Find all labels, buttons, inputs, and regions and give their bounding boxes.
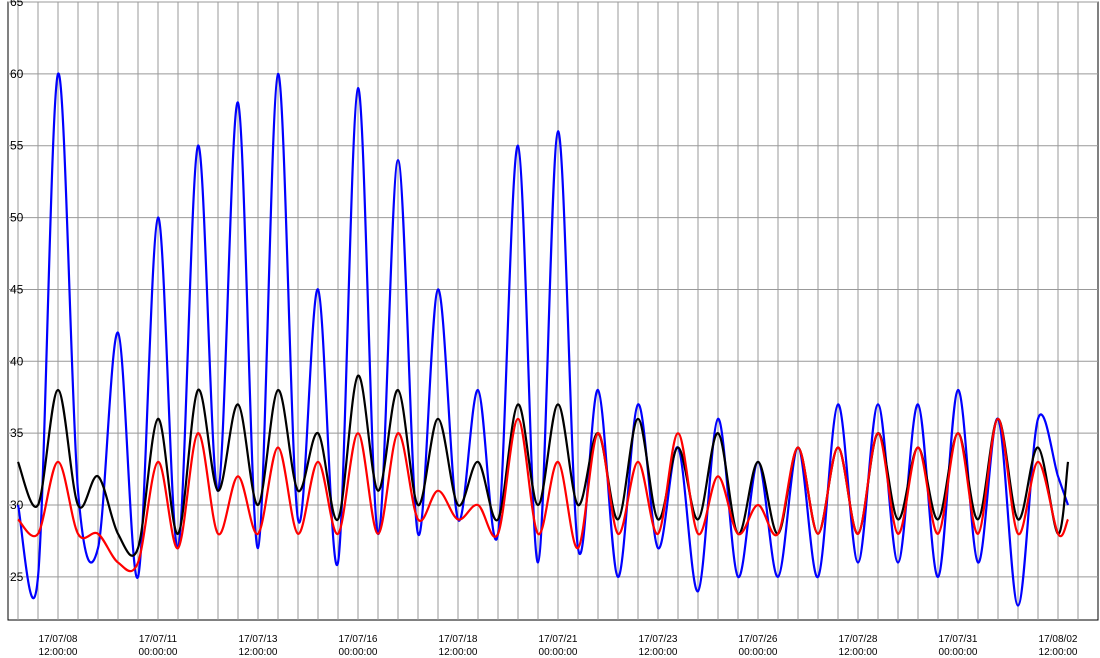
x-tick-date: 17/07/23 <box>639 634 678 645</box>
x-tick-time: 00:00:00 <box>539 647 578 658</box>
x-tick-time: 00:00:00 <box>939 647 978 658</box>
x-tick-date: 17/07/31 <box>939 634 978 645</box>
x-tick-date: 17/07/28 <box>839 634 878 645</box>
y-tick-label: 25 <box>10 570 24 584</box>
x-tick-time: 12:00:00 <box>1039 647 1078 658</box>
x-tick-time: 00:00:00 <box>339 647 378 658</box>
x-axis-ticks: 17/07/08 12:00:00 17/07/11 00:00:00 17/07/13… <box>39 634 1078 658</box>
x-tick-date: 17/07/16 <box>339 634 378 645</box>
y-tick-label: 35 <box>10 426 24 440</box>
x-tick-time: 12:00:00 <box>39 647 78 658</box>
y-tick-label: 45 <box>10 282 24 296</box>
y-tick-label: 65 <box>10 0 24 9</box>
y-tick-label: 50 <box>10 211 24 225</box>
x-tick-date: 17/07/21 <box>539 634 578 645</box>
x-tick-date: 17/07/08 <box>39 634 78 645</box>
x-tick-time: 00:00:00 <box>139 647 178 658</box>
x-tick-date: 17/07/13 <box>239 634 278 645</box>
y-tick-label: 55 <box>10 139 24 153</box>
x-tick-time: 00:00:00 <box>739 647 778 658</box>
y-tick-label: 60 <box>10 67 24 81</box>
x-tick-date: 17/07/11 <box>139 634 178 645</box>
y-tick-label: 40 <box>10 354 24 368</box>
y-tick-label: 30 <box>10 498 24 512</box>
x-tick-date: 17/08/02 <box>1039 634 1078 645</box>
x-tick-date: 17/07/26 <box>739 634 778 645</box>
x-tick-time: 12:00:00 <box>839 647 878 658</box>
x-tick-time: 12:00:00 <box>239 647 278 658</box>
x-tick-time: 12:00:00 <box>639 647 678 658</box>
x-tick-time: 12:00:00 <box>439 647 478 658</box>
line-chart: 253035404550556065 17/07/0812:00:0017/07… <box>7 0 1099 658</box>
x-tick-date: 17/07/18 <box>439 634 478 645</box>
